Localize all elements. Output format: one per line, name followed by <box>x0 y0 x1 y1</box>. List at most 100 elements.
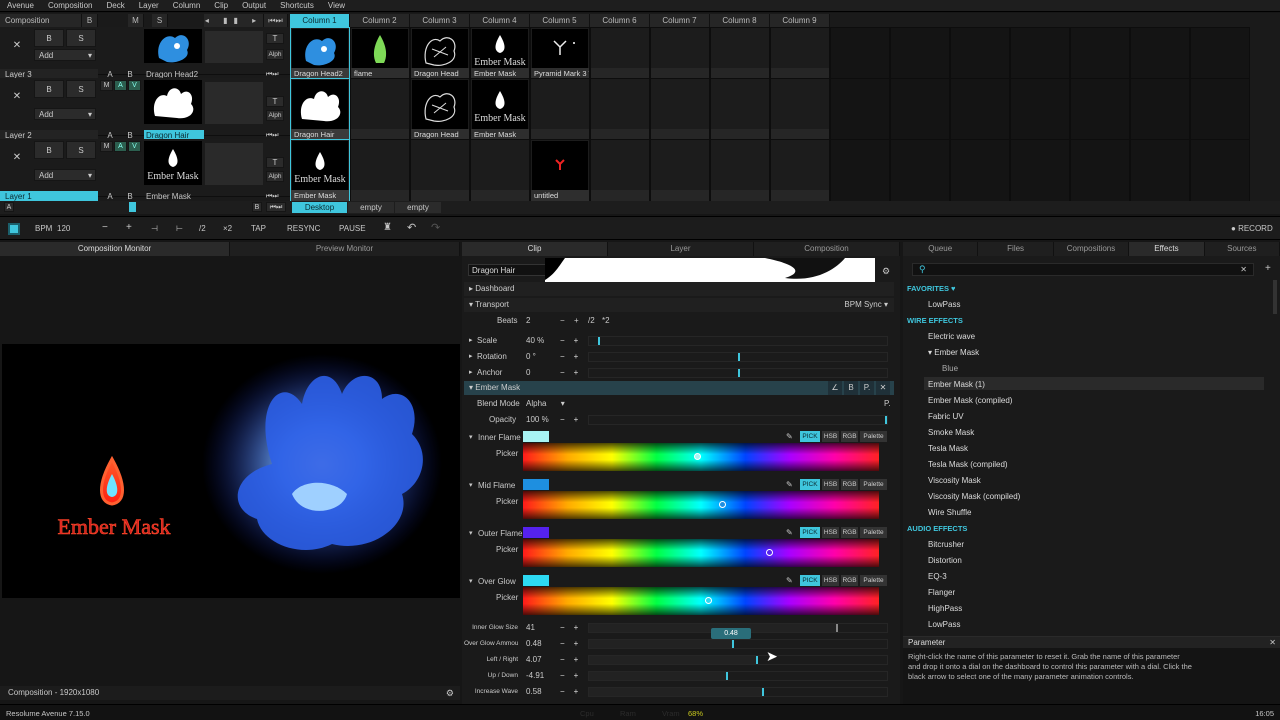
clip-slot[interactable] <box>950 27 1010 81</box>
effect-move-icon[interactable]: ∠ <box>828 381 842 395</box>
color-mode-pick-button[interactable]: PICK <box>800 479 820 490</box>
clear-search-icon[interactable]: ✕ <box>1240 265 1247 274</box>
effect-item[interactable]: Tesla Mask <box>928 444 968 453</box>
picker-handle[interactable] <box>766 549 773 556</box>
menu-avenue[interactable]: Avenue <box>0 0 41 11</box>
clip-slot[interactable] <box>1190 27 1250 81</box>
deck-tab-empty-2[interactable]: empty <box>395 202 441 213</box>
effect-item[interactable]: LowPass <box>928 300 960 309</box>
tab-layer[interactable]: Layer <box>608 242 754 256</box>
effect-slider-track[interactable] <box>588 671 888 681</box>
color-param-label[interactable]: Inner Flame <box>478 433 521 442</box>
effect-slider-track[interactable] <box>588 655 888 665</box>
clip-slot[interactable] <box>950 78 1010 142</box>
clip-slot[interactable]: Pyramid Mark 3 T... <box>530 27 590 81</box>
color-mode-rgb-button[interactable]: RGB <box>841 479 858 490</box>
opacity-plus-minus[interactable]: −+ <box>560 412 587 428</box>
clip-slot[interactable] <box>530 78 590 142</box>
clip-slot[interactable] <box>770 139 830 203</box>
menu-layer[interactable]: Layer <box>132 0 166 11</box>
effect-item[interactable]: Tesla Mask (compiled) <box>928 460 1008 469</box>
slider-plus-minus[interactable]: −+ <box>560 684 587 700</box>
layer-2-blend-dropdown[interactable]: Add ▾ <box>34 108 96 120</box>
param-value[interactable]: 0 ° <box>526 349 536 365</box>
hue-picker[interactable] <box>523 539 879 567</box>
add-effect-icon[interactable]: + <box>1265 263 1271 274</box>
tab-preview-monitor[interactable]: Preview Monitor <box>230 242 460 256</box>
effects-section-header[interactable]: AUDIO EFFECTS <box>907 524 967 533</box>
color-mode-palette-button[interactable]: Palette <box>860 479 887 490</box>
deck-a-button[interactable]: A <box>4 202 14 212</box>
opacity-value[interactable]: 100 % <box>526 412 549 428</box>
hue-picker[interactable] <box>523 491 879 519</box>
column-header-4[interactable]: Column 4 <box>470 14 530 28</box>
effect-item[interactable]: Blue <box>942 364 958 373</box>
color-mode-hsb-button[interactable]: HSB <box>822 431 839 442</box>
layer-1-clear-button[interactable]: ✕ <box>4 147 30 169</box>
crossfader-handle[interactable] <box>129 202 136 212</box>
column-header-3[interactable]: Column 3 <box>410 14 470 28</box>
clip-slot[interactable] <box>1010 27 1070 81</box>
bpm-plus-button[interactable]: + <box>126 222 132 233</box>
bpm-value[interactable]: 120 <box>57 224 70 233</box>
param-slider[interactable] <box>588 368 888 378</box>
nudge-right-icon[interactable]: ⊢ <box>176 224 183 233</box>
slider-handle[interactable] <box>598 337 600 345</box>
clip-slot[interactable]: Dragon Hair <box>290 78 350 142</box>
layer-3-current-thumb[interactable] <box>144 29 202 63</box>
color-swatch[interactable] <box>523 575 549 586</box>
layer-1-fader-block[interactable] <box>205 143 263 185</box>
tab-composition[interactable]: Composition <box>754 242 900 256</box>
layer-3-solo-button[interactable]: S <box>66 29 96 47</box>
bpm-minus-button[interactable]: − <box>102 222 108 233</box>
color-mode-hsb-button[interactable]: HSB <box>822 575 839 586</box>
layer-1-bypass-button[interactable]: B <box>34 141 64 159</box>
slider-plus-minus[interactable]: −+ <box>560 636 587 652</box>
column-header-9[interactable]: Column 9 <box>770 14 830 28</box>
effect-item[interactable]: Flanger <box>928 588 955 597</box>
beats-minus-button[interactable]: − <box>560 313 565 329</box>
column-header-8[interactable]: Column 8 <box>710 14 770 28</box>
effect-item[interactable]: Ember Mask (compiled) <box>928 396 1012 405</box>
composition-header[interactable]: Composition <box>0 14 82 28</box>
clip-slot[interactable]: Dragon Head <box>410 78 470 142</box>
effect-bypass-button[interactable]: B <box>844 381 858 395</box>
dashboard-section[interactable]: ▸ Dashboard <box>464 282 894 296</box>
color-mode-palette-button[interactable]: Palette <box>860 431 887 442</box>
effect-slider-track[interactable] <box>588 639 888 649</box>
layer-2-m-button[interactable]: M <box>100 80 113 91</box>
pause-button[interactable]: PAUSE <box>339 224 366 233</box>
composition-transport-icons[interactable]: ◂ ▮▮ ▸ <box>204 14 264 28</box>
composition-skip-icons[interactable]: ⏮⏭ <box>264 14 288 28</box>
clip-slot[interactable]: Ember Mask Ember Mask <box>290 139 350 203</box>
deck-skip-icons[interactable]: ⏮⏭ <box>266 202 286 212</box>
layer-1-alpha-button[interactable]: Alph <box>266 171 284 182</box>
layer-1-m-button[interactable]: M <box>100 141 113 152</box>
color-mode-rgb-button[interactable]: RGB <box>841 431 858 442</box>
clip-slot[interactable] <box>350 139 410 203</box>
beats-value[interactable]: 2 <box>526 313 530 329</box>
clip-slot[interactable] <box>470 139 530 203</box>
deck-b-button[interactable]: B <box>252 202 262 212</box>
layer-3-bypass-button[interactable]: B <box>34 29 64 47</box>
clip-slot[interactable] <box>1130 139 1190 203</box>
color-mode-rgb-button[interactable]: RGB <box>841 527 858 538</box>
tab-effects[interactable]: Effects <box>1129 242 1205 256</box>
slider-plus-minus[interactable]: −+ <box>560 652 587 668</box>
color-param-label[interactable]: Mid Flame <box>478 481 515 490</box>
deck-tab-desktop[interactable]: Desktop <box>292 202 347 213</box>
blend-p-button[interactable]: P. <box>884 396 891 412</box>
param-plus-minus[interactable]: −+ <box>560 349 587 365</box>
clip-slot[interactable] <box>770 78 830 142</box>
clip-slot[interactable] <box>650 27 710 81</box>
tab-composition-monitor[interactable]: Composition Monitor <box>0 242 230 256</box>
slider-plus-minus[interactable]: −+ <box>560 620 587 636</box>
menu-clip[interactable]: Clip <box>207 0 235 11</box>
clip-slot[interactable] <box>710 78 770 142</box>
effect-item[interactable]: Fabric UV <box>928 412 964 421</box>
opacity-slider[interactable] <box>588 415 888 425</box>
clip-slot[interactable] <box>1130 27 1190 81</box>
color-param-label[interactable]: Over Glow <box>478 577 516 586</box>
layer-3-blend-dropdown[interactable]: Add ▾ <box>34 49 96 61</box>
effects-section-header[interactable]: WIRE EFFECTS <box>907 316 963 325</box>
